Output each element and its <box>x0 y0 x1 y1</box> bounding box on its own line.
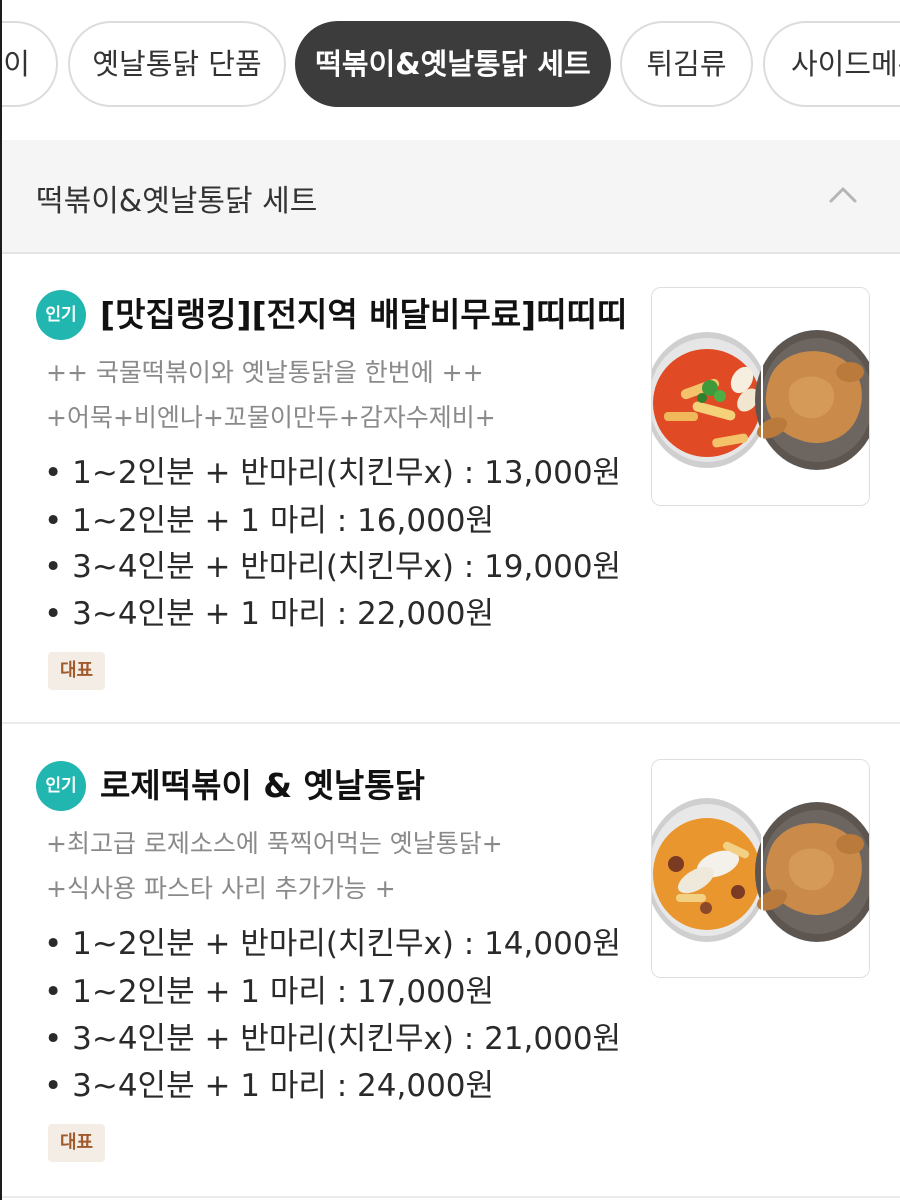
menu-item-description: ++ 국물떡볶이와 옛날통닭을 한번에 ++ <box>46 358 484 387</box>
representative-tag: 대표 <box>48 652 105 690</box>
category-tab-side-menu[interactable]: 사이드메뉴 <box>763 21 900 107</box>
menu-item[interactable]: 인기 [맛집랭킹][전지역 배달비무료]띠띠띠 ++ 국물떡볶이와 옛날통닭을 … <box>0 256 900 724</box>
screen-edge <box>0 0 2 1200</box>
price-option: • 1~2인분 + 반마리(치킨무x) : 13,000원 <box>44 455 622 491</box>
category-tab-bar: 볶이 옛날통닭 단품 떡볶이&옛날통닭 세트 튀김류 사이드메뉴 <box>0 0 900 140</box>
menu-page: 볶이 옛날통닭 단품 떡볶이&옛날통닭 세트 튀김류 사이드메뉴 떡볶이&옛날통… <box>0 0 900 1200</box>
popular-badge: 인기 <box>36 290 86 340</box>
price-option: • 1~2인분 + 1 마리 : 16,000원 <box>44 503 495 539</box>
menu-item-image[interactable] <box>651 287 870 506</box>
price-option: • 3~4인분 + 1 마리 : 24,000원 <box>44 1068 495 1104</box>
price-option: • 1~2인분 + 반마리(치킨무x) : 14,000원 <box>44 926 622 962</box>
menu-item-description: +최고급 로제소스에 푹찍어먹는 옛날통닭+ <box>46 829 503 858</box>
section-title: 떡볶이&옛날통닭 세트 <box>36 184 318 219</box>
price-option: • 1~2인분 + 1 마리 : 17,000원 <box>44 974 495 1010</box>
chevron-up-icon[interactable] <box>826 178 860 212</box>
tteokbokki-chicken-photo <box>652 288 869 505</box>
popular-badge: 인기 <box>36 761 86 811</box>
menu-item-name: 로제떡볶이 & 옛날통닭 <box>100 766 425 805</box>
menu-item-description: +어묵+비엔나+꼬물이만두+감자수제비+ <box>46 403 496 432</box>
category-tab-tteokbokki[interactable]: 볶이 <box>0 21 58 107</box>
menu-item-image[interactable] <box>651 759 870 978</box>
category-tab-set[interactable]: 떡볶이&옛날통닭 세트 <box>295 21 611 107</box>
representative-tag: 대표 <box>48 1124 105 1162</box>
category-tab-fried[interactable]: 튀김류 <box>620 21 753 107</box>
menu-item[interactable]: 인기 로제떡볶이 & 옛날통닭 +최고급 로제소스에 푹찍어먹는 옛날통닭+ +… <box>0 726 900 1198</box>
price-option: • 3~4인분 + 반마리(치킨무x) : 21,000원 <box>44 1021 622 1057</box>
menu-item-description: +식사용 파스타 사리 추가가능 + <box>46 874 396 903</box>
menu-item-name: [맛집랭킹][전지역 배달비무료]띠띠띠 <box>100 295 628 334</box>
rose-tteokbokki-chicken-photo <box>652 760 869 977</box>
price-option: • 3~4인분 + 1 마리 : 22,000원 <box>44 596 495 632</box>
price-option: • 3~4인분 + 반마리(치킨무x) : 19,000원 <box>44 549 622 585</box>
section-header[interactable]: 떡볶이&옛날통닭 세트 <box>0 140 900 254</box>
category-tab-chicken-single[interactable]: 옛날통닭 단품 <box>68 21 286 107</box>
